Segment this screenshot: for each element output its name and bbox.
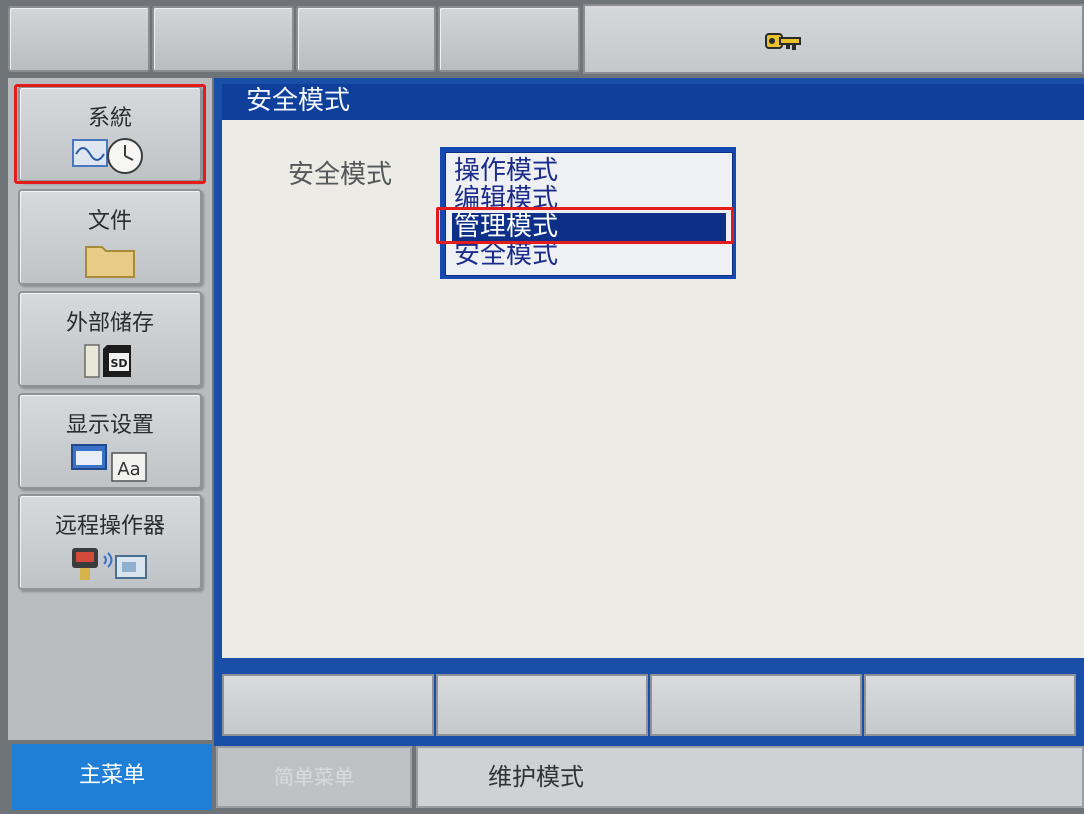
- menu-item-file[interactable]: 文件: [18, 189, 202, 285]
- security-mode-label: 安全模式: [288, 160, 393, 190]
- top-tab-2[interactable]: [152, 6, 294, 72]
- top-tab-3[interactable]: [296, 6, 436, 72]
- simple-menu-button[interactable]: 简单菜单: [216, 746, 412, 808]
- menu-item-label: 文件: [87, 209, 132, 234]
- window-title: 安全模式: [222, 84, 1084, 120]
- function-key-4[interactable]: [864, 674, 1076, 736]
- menu-item-label: 显示设置: [65, 413, 154, 438]
- main-menu-button[interactable]: 主菜单: [12, 744, 212, 810]
- function-key-1[interactable]: [222, 674, 434, 736]
- option-operation-mode[interactable]: 操作模式: [452, 157, 726, 185]
- top-tab-1[interactable]: [8, 6, 150, 72]
- menu-item-label: 外部储存: [65, 311, 154, 336]
- highlight-system: [14, 84, 206, 184]
- sd-card-icon: SD: [84, 344, 131, 378]
- svg-text:SD: SD: [110, 357, 127, 370]
- menu-item-display-settings[interactable]: 显示设置 Aa: [18, 393, 202, 489]
- option-safety-mode[interactable]: 安全模式: [452, 241, 726, 269]
- key-icon: [765, 33, 801, 50]
- menu-item-remote-operator[interactable]: 远程操作器: [18, 494, 202, 590]
- display-font-icon: Aa: [71, 444, 147, 482]
- mode-status: 维护模式: [416, 746, 1084, 808]
- menu-item-external-storage[interactable]: 外部储存 SD: [18, 291, 202, 387]
- menu-item-label: 远程操作器: [54, 514, 165, 539]
- folder-icon: [85, 246, 135, 278]
- remote-device-icon: [72, 548, 147, 580]
- function-key-2[interactable]: [436, 674, 648, 736]
- status-area: [583, 4, 1084, 74]
- top-tab-4[interactable]: [438, 6, 580, 72]
- function-key-3[interactable]: [650, 674, 862, 736]
- svg-text:Aa: Aa: [117, 459, 140, 480]
- highlight-selected-option: [436, 207, 734, 244]
